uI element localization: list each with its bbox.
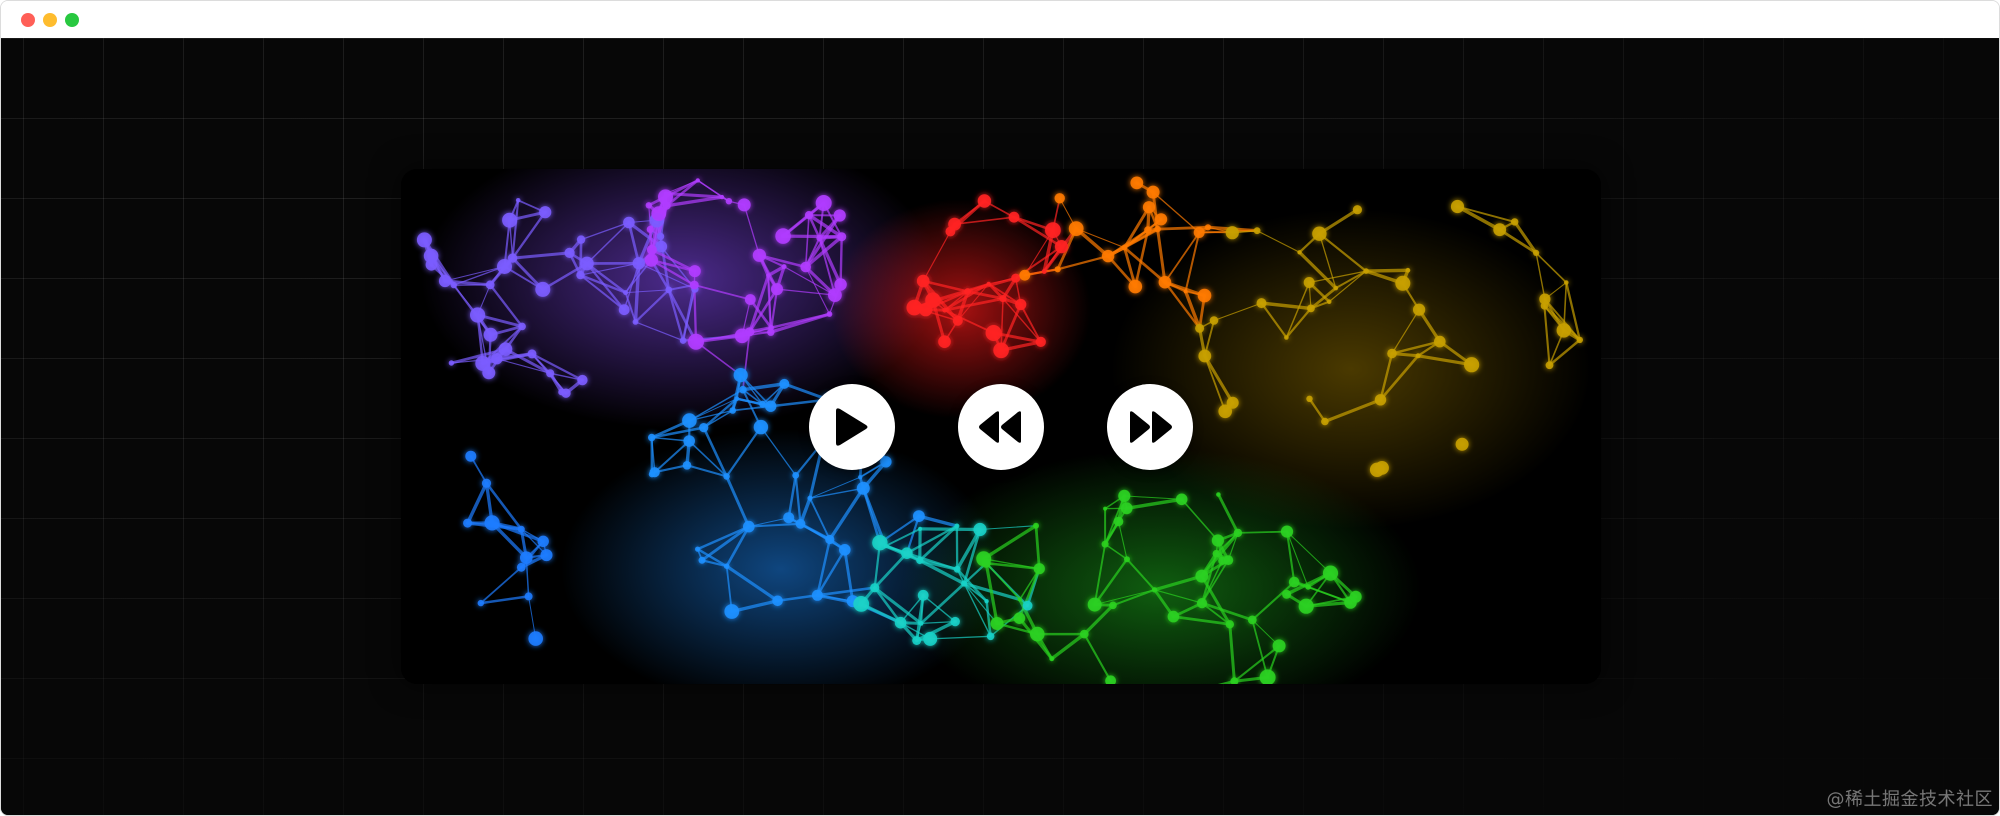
watermark-text: @稀土掘金技术社区	[1826, 789, 1993, 810]
maximize-window-button[interactable]	[65, 13, 79, 27]
play-button[interactable]	[809, 384, 895, 470]
fast-forward-button[interactable]	[1107, 384, 1193, 470]
minimize-window-button[interactable]	[43, 13, 57, 27]
rewind-button[interactable]	[958, 384, 1044, 470]
browser-window: @稀土掘金技术社区	[0, 0, 2000, 816]
rewind-icon	[979, 411, 1021, 443]
fast-forward-icon	[1130, 411, 1172, 443]
play-icon	[836, 408, 868, 446]
video-player[interactable]	[401, 169, 1601, 684]
page-viewport: @稀土掘金技术社区	[1, 38, 1999, 815]
close-window-button[interactable]	[21, 13, 35, 27]
player-controls	[401, 169, 1601, 684]
window-titlebar	[1, 1, 1999, 39]
